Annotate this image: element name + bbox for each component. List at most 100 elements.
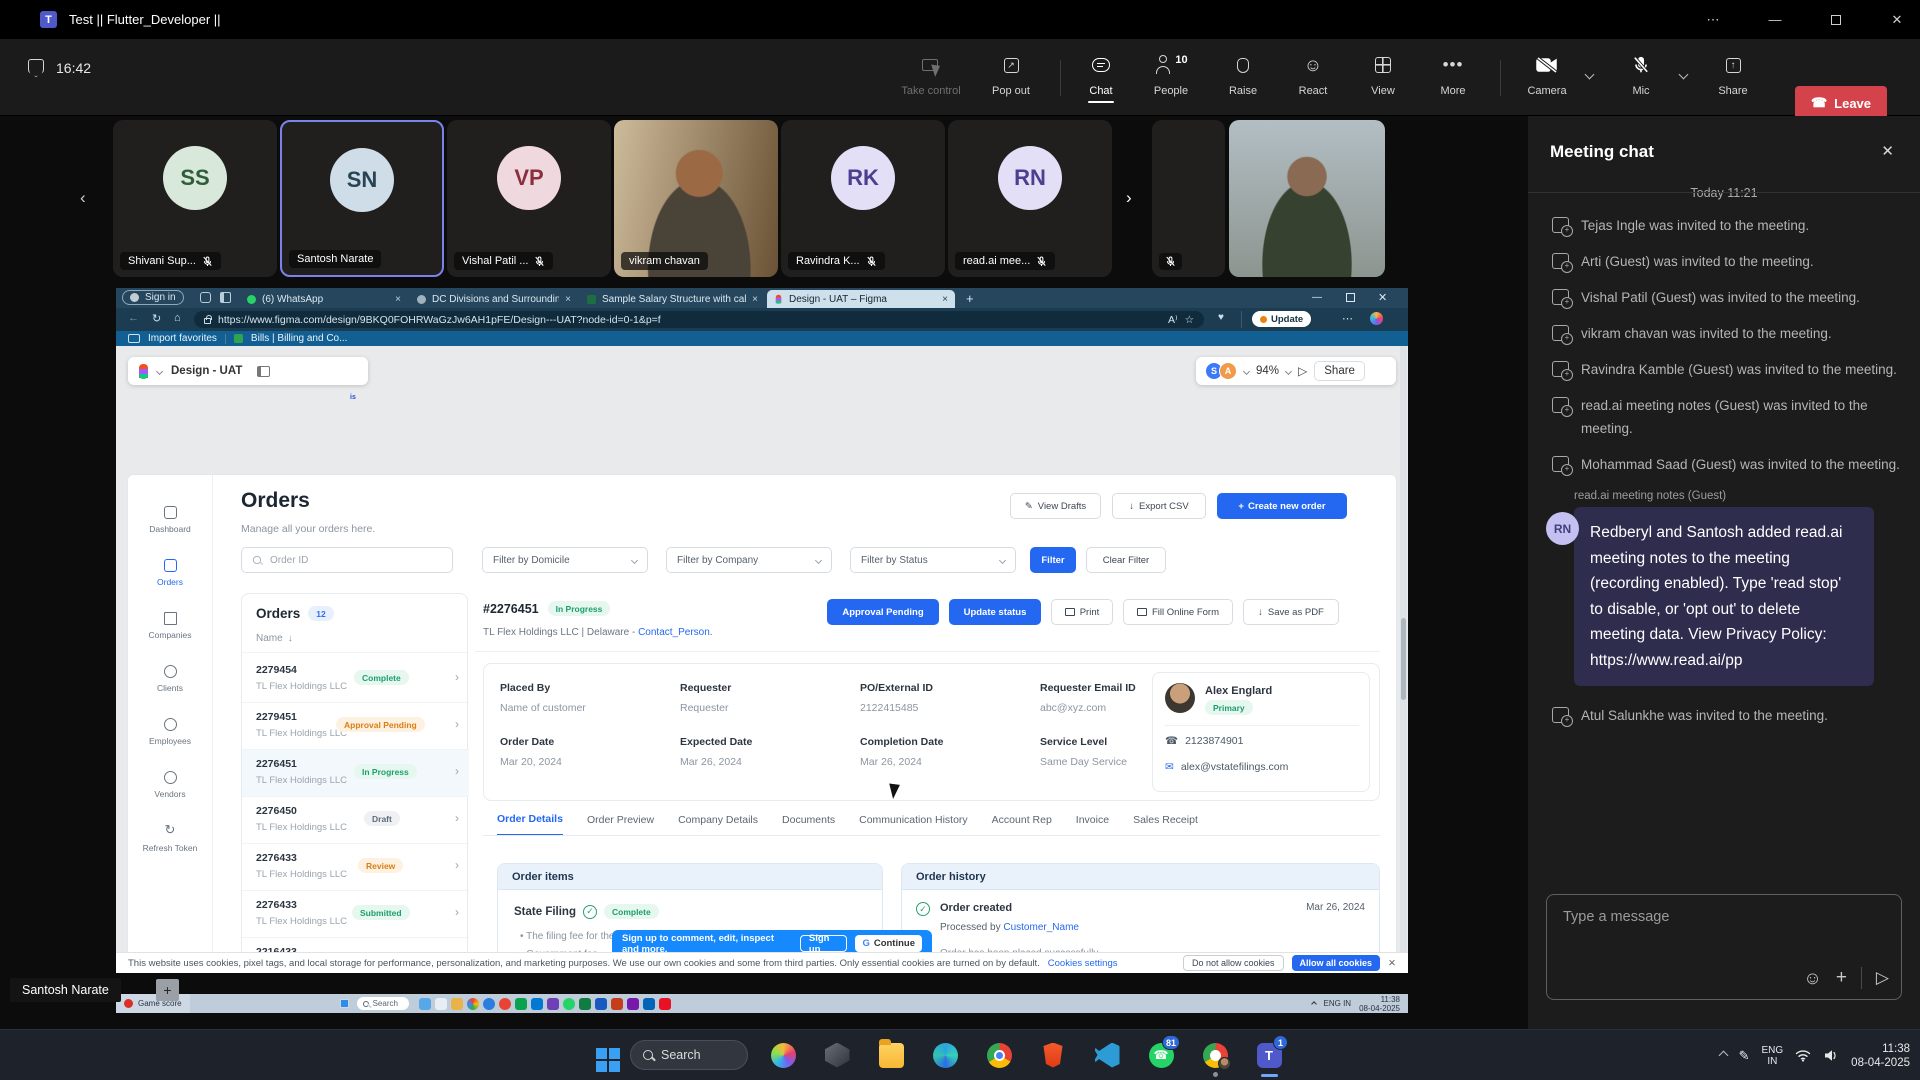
sidebar-item-orders[interactable]: Orders [128, 546, 212, 599]
fill-online-form-button[interactable]: Fill Online Form [1123, 599, 1233, 625]
sidebar-item-companies[interactable]: Companies [128, 599, 212, 652]
order-row[interactable]: 2276433TL Flex Holdings LLCSubmitted› [242, 891, 469, 938]
tab-account-rep[interactable]: Account Rep [992, 814, 1052, 835]
attach-plus-icon[interactable]: + [1836, 967, 1847, 989]
collaborators-chevron-icon[interactable] [1243, 367, 1250, 374]
browser-profile-button[interactable]: Sign in [122, 290, 184, 305]
figma-logo-icon[interactable] [139, 364, 148, 378]
pen-icon[interactable]: ✎ [1739, 1048, 1750, 1064]
inner-language[interactable]: ENG IN [1324, 999, 1352, 1008]
taskbar-edge[interactable] [918, 1032, 972, 1078]
tab-company-details[interactable]: Company Details [678, 814, 758, 835]
react-button[interactable]: ☺ React [1278, 52, 1348, 97]
start-button[interactable] [586, 1032, 630, 1078]
add-overlay-button[interactable]: + [156, 979, 179, 1001]
taskbar-chrome[interactable] [972, 1032, 1026, 1078]
browser-essentials-icon[interactable]: ♥ [1218, 312, 1224, 323]
browser-settings-dots-icon[interactable]: ⋯ [1342, 312, 1354, 325]
update-browser-button[interactable]: Update [1252, 311, 1311, 327]
search-pill[interactable]: Search [357, 997, 409, 1010]
pages-panel-icon[interactable] [257, 366, 270, 377]
minimize-icon[interactable]: — [1752, 0, 1798, 39]
taskbar-teams[interactable]: T1 [1242, 1032, 1296, 1078]
chevron-left-icon[interactable]: ‹ [80, 188, 86, 208]
export-csv-button[interactable]: ↓Export CSV [1112, 493, 1206, 519]
zoom-chevron-icon[interactable] [1285, 367, 1292, 374]
favorites-star-icon[interactable]: ☆ [1185, 314, 1194, 326]
new-tab-icon[interactable]: + [966, 291, 974, 306]
app-icon[interactable] [547, 998, 559, 1010]
contact-phone[interactable]: 2123874901 [1185, 735, 1243, 747]
app-icon[interactable] [659, 998, 671, 1010]
column-header[interactable]: Name [256, 633, 283, 644]
participant-tile[interactable]: SS Shivani Sup... [113, 120, 277, 277]
app-icon[interactable] [467, 998, 479, 1010]
leave-button[interactable]: ☎ Leave [1795, 86, 1887, 120]
taskbar-search[interactable]: Search [630, 1032, 756, 1078]
sidebar-item-employees[interactable]: Employees [128, 705, 212, 758]
deny-cookies-button[interactable]: Do not allow cookies [1183, 955, 1284, 971]
taskbar-whatsapp[interactable]: ☎81 [1134, 1032, 1188, 1078]
view-button[interactable]: View [1348, 52, 1418, 97]
participant-tile-video[interactable] [1229, 120, 1385, 277]
emoji-icon[interactable]: ☺ [1803, 968, 1821, 989]
order-row[interactable]: 2279454TL Flex Holdings LLCComplete› [242, 656, 469, 703]
participant-tile[interactable]: RN read.ai mee... [948, 120, 1112, 277]
view-drafts-button[interactable]: ✎View Drafts [1010, 493, 1101, 519]
present-play-icon[interactable]: ▷ [1298, 364, 1307, 378]
more-options-icon[interactable]: ⋯ [1690, 0, 1736, 39]
update-status-button[interactable]: Update status [949, 599, 1041, 625]
browser-maximize-icon[interactable] [1346, 293, 1355, 302]
print-button[interactable]: Print [1051, 599, 1113, 625]
pop-out-button[interactable]: ↗ Pop out [976, 52, 1046, 97]
order-row[interactable]: 2276433TL Flex Holdings LLCReview› [242, 844, 469, 891]
back-icon[interactable]: ← [128, 312, 139, 324]
inner-clock[interactable]: 11:3808-04-2025 [1359, 995, 1400, 1013]
send-icon[interactable]: ▷ [1876, 968, 1889, 988]
mic-button[interactable]: Mic [1606, 52, 1676, 97]
wifi-icon[interactable] [1795, 1049, 1811, 1062]
browser-tab[interactable]: DC Divisions and Surroundings× [410, 290, 578, 308]
app-icon[interactable] [515, 998, 527, 1010]
people-button[interactable]: 10 People [1136, 52, 1206, 97]
sort-arrow-icon[interactable]: ↓ [288, 633, 293, 644]
workspaces-icon[interactable] [200, 292, 211, 303]
hidden-icons-chevron[interactable] [1718, 1051, 1728, 1061]
participant-tile-active-speaker[interactable]: SN Santosh Narate [280, 120, 444, 277]
read-aloud-icon[interactable]: A⁾ [1168, 314, 1178, 326]
app-icon[interactable] [627, 998, 639, 1010]
language-indicator[interactable]: ENGIN [1762, 1045, 1784, 1067]
clear-filter-button[interactable]: Clear Filter [1086, 547, 1166, 573]
bookmark-item[interactable]: Bills | Billing and Co... [251, 333, 348, 344]
share-button[interactable]: ↑ Share [1698, 52, 1768, 97]
browser-tab[interactable]: (6) WhatsApp× [240, 290, 408, 308]
figma-menu-chevron-icon[interactable] [156, 367, 163, 374]
page-scrollbar-thumb[interactable] [1401, 618, 1406, 700]
close-icon[interactable]: ✕ [1874, 0, 1920, 39]
filter-status-dropdown[interactable]: Filter by Status [850, 547, 1016, 573]
tab-close-icon[interactable]: × [565, 294, 571, 305]
app-icon[interactable] [579, 998, 591, 1010]
sign-up-button[interactable]: Sign up [800, 935, 848, 952]
tab-invoice[interactable]: Invoice [1076, 814, 1109, 835]
browser-tab[interactable]: Sample Salary Structure with calc× [580, 290, 765, 308]
address-bar[interactable]: https://www.figma.com/design/9BKQ0FOHRWa… [194, 311, 1204, 328]
mic-chevron-down-icon[interactable] [1679, 70, 1689, 80]
tab-close-icon[interactable]: × [942, 294, 948, 305]
allow-cookies-button[interactable]: Allow all cookies [1292, 955, 1381, 971]
app-icon[interactable] [499, 998, 511, 1010]
camera-chevron-down-icon[interactable] [1585, 70, 1595, 80]
app-icon[interactable] [611, 998, 623, 1010]
browser-close-icon[interactable]: ✕ [1378, 291, 1387, 304]
raise-hand-button[interactable]: Raise [1208, 52, 1278, 97]
chat-close-icon[interactable]: ✕ [1881, 142, 1894, 160]
taskbar-explorer[interactable] [864, 1032, 918, 1078]
order-row-selected[interactable]: 2276451TL Flex Holdings LLCIn Progress› [242, 750, 469, 797]
zoom-level[interactable]: 94% [1256, 365, 1279, 377]
tab-communication-history[interactable]: Communication History [859, 814, 968, 835]
browser-minimize-icon[interactable]: — [1312, 292, 1322, 303]
tab-close-icon[interactable]: × [395, 294, 401, 305]
app-icon[interactable] [643, 998, 655, 1010]
page-scrollbar-track[interactable] [1400, 346, 1407, 952]
taskbar-brave[interactable] [1026, 1032, 1080, 1078]
